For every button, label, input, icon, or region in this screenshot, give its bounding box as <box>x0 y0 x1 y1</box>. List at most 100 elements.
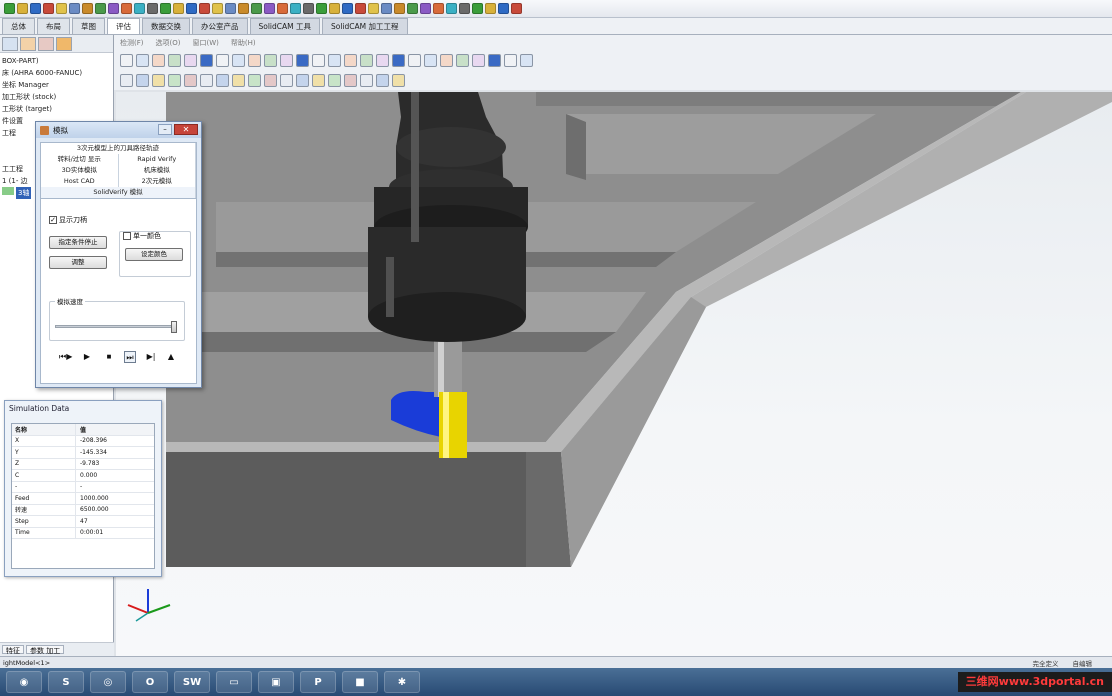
outlook-icon[interactable]: O <box>132 671 168 693</box>
quick-tool-icon[interactable] <box>17 3 28 14</box>
tab-solidcam-machining[interactable]: SolidCAM 加工工程 <box>322 18 408 34</box>
quick-tool-icon[interactable] <box>329 3 340 14</box>
menu-options[interactable]: 选项(O) <box>156 38 181 48</box>
quick-tool-icon[interactable] <box>446 3 457 14</box>
tab-data-exchange[interactable]: 数据交换 <box>142 18 190 34</box>
cad-tool-icon[interactable] <box>392 73 405 87</box>
menu-help[interactable]: 帮助(H) <box>231 38 256 48</box>
cad-tool-icon[interactable] <box>296 73 309 87</box>
cad-tool-icon[interactable] <box>504 53 517 67</box>
powerpoint-icon[interactable]: P <box>300 671 336 693</box>
quick-tool-icon[interactable] <box>173 3 184 14</box>
quick-tool-icon[interactable] <box>43 3 54 14</box>
cad-tool-icon[interactable] <box>344 53 357 67</box>
tree-tab-2[interactable] <box>20 36 36 51</box>
cad-tool-icon[interactable] <box>120 73 133 87</box>
close-button[interactable]: ✕ <box>174 124 198 135</box>
cad-tool-icon[interactable] <box>312 53 325 67</box>
cad-tool-icon[interactable] <box>424 53 437 67</box>
tab-solidverify[interactable]: SolidVerify 模拟 <box>41 187 196 198</box>
cad-tool-icon[interactable] <box>152 53 165 67</box>
quick-tool-icon[interactable] <box>420 3 431 14</box>
cad-tool-icon[interactable] <box>168 53 181 67</box>
cad-tool-icon[interactable] <box>264 73 277 87</box>
quick-tool-icon[interactable] <box>459 3 470 14</box>
tab-machine-sim[interactable]: 机床模拟 <box>119 165 196 176</box>
cad-tool-icon[interactable] <box>248 73 261 87</box>
minimize-button[interactable]: – <box>158 124 172 135</box>
checkbox-empty[interactable] <box>123 232 131 240</box>
quick-tool-icon[interactable] <box>147 3 158 14</box>
app4-icon[interactable]: ✱ <box>384 671 420 693</box>
quick-tool-icon[interactable] <box>186 3 197 14</box>
app3-icon[interactable]: ■ <box>342 671 378 693</box>
quick-tool-icon[interactable] <box>472 3 483 14</box>
tree-tab-3[interactable] <box>38 36 54 51</box>
tab-toolpath-on-model[interactable]: 3次元模型上的刀具路径轨迹 <box>41 143 196 154</box>
quick-tool-icon[interactable] <box>485 3 496 14</box>
tree-item[interactable]: 床 (AHRA 6000-FANUC) <box>2 67 113 79</box>
menu-check[interactable]: 检测(F) <box>120 38 144 48</box>
quick-tool-icon[interactable] <box>160 3 171 14</box>
quick-tool-icon[interactable] <box>251 3 262 14</box>
cad-tool-icon[interactable] <box>168 73 181 87</box>
quick-tool-icon[interactable] <box>199 3 210 14</box>
tab-features[interactable]: 特征 <box>2 645 24 655</box>
adjust-button[interactable]: 调整 <box>49 256 107 269</box>
speed-slider-thumb[interactable] <box>171 321 177 333</box>
quick-tool-icon[interactable] <box>381 3 392 14</box>
stop-button[interactable]: ■ <box>103 351 115 363</box>
cad-tool-icon[interactable] <box>152 73 165 87</box>
tree-item[interactable]: 工形状 (target) <box>2 103 113 115</box>
cad-tool-icon[interactable] <box>392 53 405 67</box>
quick-tool-icon[interactable] <box>134 3 145 14</box>
tree-tab-1[interactable] <box>2 36 18 51</box>
speed-slider-track[interactable] <box>55 325 177 328</box>
eject-button[interactable]: ▲ <box>165 351 177 363</box>
quick-tool-icon[interactable] <box>355 3 366 14</box>
cad-tool-icon[interactable] <box>328 73 341 87</box>
cad-tool-icon[interactable] <box>232 53 245 67</box>
cad-tool-icon[interactable] <box>344 73 357 87</box>
quick-tool-icon[interactable] <box>56 3 67 14</box>
tab-office[interactable]: 办公室产品 <box>192 18 248 34</box>
quick-tool-icon[interactable] <box>316 3 327 14</box>
quick-tool-icon[interactable] <box>394 3 405 14</box>
solidworks-icon[interactable]: SW <box>174 671 210 693</box>
tree-item[interactable]: 加工形状 (stock) <box>2 91 113 103</box>
single-color-checkbox[interactable]: 单一颜色 <box>123 231 161 241</box>
cad-tool-icon[interactable] <box>136 53 149 67</box>
cad-tool-icon[interactable] <box>136 73 149 87</box>
checkbox-mark[interactable]: ✓ <box>49 216 57 224</box>
cad-tool-icon[interactable] <box>120 53 133 67</box>
quick-tool-icon[interactable] <box>4 3 15 14</box>
quick-tool-icon[interactable] <box>95 3 106 14</box>
quick-tool-icon[interactable] <box>69 3 80 14</box>
cad-tool-icon[interactable] <box>360 73 373 87</box>
tab-rapid-verify[interactable]: Rapid Verify <box>119 154 196 165</box>
run-to-end-button[interactable]: ▶| <box>145 351 157 363</box>
cad-tool-icon[interactable] <box>232 73 245 87</box>
cad-tool-icon[interactable] <box>296 53 309 67</box>
play-button[interactable]: ▶ <box>81 351 93 363</box>
quick-tool-icon[interactable] <box>108 3 119 14</box>
cad-tool-icon[interactable] <box>184 73 197 87</box>
quick-tool-icon[interactable] <box>30 3 41 14</box>
3d-viewport[interactable] <box>116 92 1112 656</box>
cad-tool-icon[interactable] <box>312 73 325 87</box>
show-holder-checkbox[interactable]: ✓ 显示刀柄 <box>49 215 87 225</box>
skype-icon[interactable]: S <box>48 671 84 693</box>
tab-sketch[interactable]: 草图 <box>72 18 105 34</box>
tab-host-cad[interactable]: Host CAD <box>41 176 119 187</box>
tab-3d-solid[interactable]: 3D实体模拟 <box>41 165 119 176</box>
quick-tool-icon[interactable] <box>212 3 223 14</box>
tree-tab-4[interactable] <box>56 36 72 51</box>
quick-tool-icon[interactable] <box>82 3 93 14</box>
quick-tool-icon[interactable] <box>498 3 509 14</box>
tab-params[interactable]: 参数 加工 <box>26 645 65 655</box>
cad-tool-icon[interactable] <box>360 53 373 67</box>
tab-general[interactable]: 总体 <box>2 18 35 34</box>
app-icon[interactable]: ◎ <box>90 671 126 693</box>
chrome-icon[interactable]: ◉ <box>6 671 42 693</box>
set-color-button[interactable]: 设定颜色 <box>125 248 183 261</box>
